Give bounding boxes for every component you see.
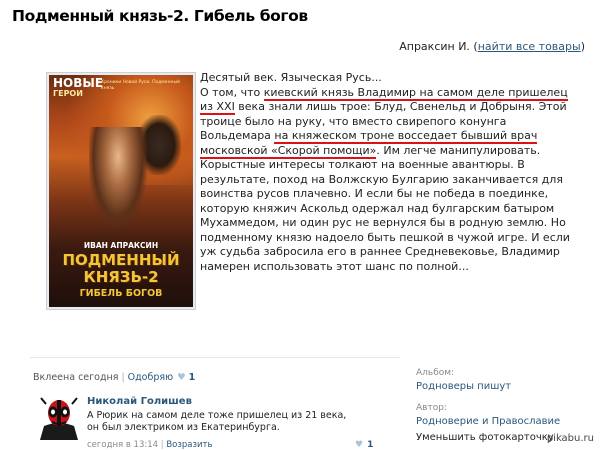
author-link[interactable]: Родноверие и Православие: [416, 416, 560, 427]
album-label: Альбом:: [416, 368, 455, 378]
author-line: Апраксин И. (найти все товары): [399, 40, 585, 53]
comment-date: сегодня в 13:14: [87, 440, 159, 450]
cover-warrior-art: [89, 127, 147, 227]
deadpool-avatar-icon: [38, 396, 80, 440]
book-cover-image: НОВЫЕ ГЕРОИ Хроники Новой Руси. Подменный…: [49, 75, 193, 307]
cover-title: ПОДМЕННЫЙ КНЯЗЬ-2: [62, 251, 180, 286]
cover-series: НОВЫЕ ГЕРОИ: [53, 76, 104, 98]
author-name: Апраксин И.: [399, 40, 470, 53]
approve-link[interactable]: Одобряю: [128, 372, 173, 383]
comment-meta: сегодня в 13:14 | Возразить: [87, 440, 213, 450]
avatar[interactable]: [38, 396, 80, 440]
comment-author[interactable]: Николай Голишев: [87, 396, 192, 407]
cover-author: ИВАН АПРАКСИН: [83, 241, 159, 250]
watermark: pikabu.ru: [546, 433, 594, 444]
comment-like[interactable]: ♥ 1: [355, 440, 373, 450]
book-cover-frame[interactable]: НОВЫЕ ГЕРОИ Хроники Новой Руси. Подменный…: [46, 72, 196, 310]
like-count: 1: [188, 372, 196, 383]
description-intro: Десятый век. Языческая Русь...: [200, 71, 382, 84]
post-meta: Вклеена сегодня | Одобряю ♥ 1: [33, 372, 196, 383]
page-title: Подменный князь-2. Гибель богов: [12, 7, 308, 25]
heart-icon[interactable]: ♥: [355, 440, 363, 450]
shrink-photo-link[interactable]: Уменьшить фотокарточку: [416, 432, 554, 443]
heart-icon[interactable]: ♥: [177, 372, 186, 383]
cover-tagline: Хроники Новой Руси. Подменный князь: [101, 80, 180, 91]
comment-text: А Рюрик на самом деле тоже пришелец из 2…: [87, 410, 347, 433]
divider: [30, 357, 400, 358]
all-goods-link[interactable]: найти все товары: [478, 40, 581, 53]
author-label: Автор:: [416, 403, 447, 413]
album-link[interactable]: Родноверы пишут: [416, 381, 511, 392]
comment-like-count: 1: [367, 440, 374, 450]
description-body: О том, что киевский князь Владимир на са…: [200, 85, 570, 273]
cover-subtitle: ГИБЕЛЬ БОГОВ: [79, 288, 163, 299]
seen-label: Вклеена сегодня: [33, 372, 119, 383]
book-description: Десятый век. Языческая Русь... О том, чт…: [200, 71, 570, 274]
reply-link[interactable]: Возразить: [166, 440, 212, 450]
